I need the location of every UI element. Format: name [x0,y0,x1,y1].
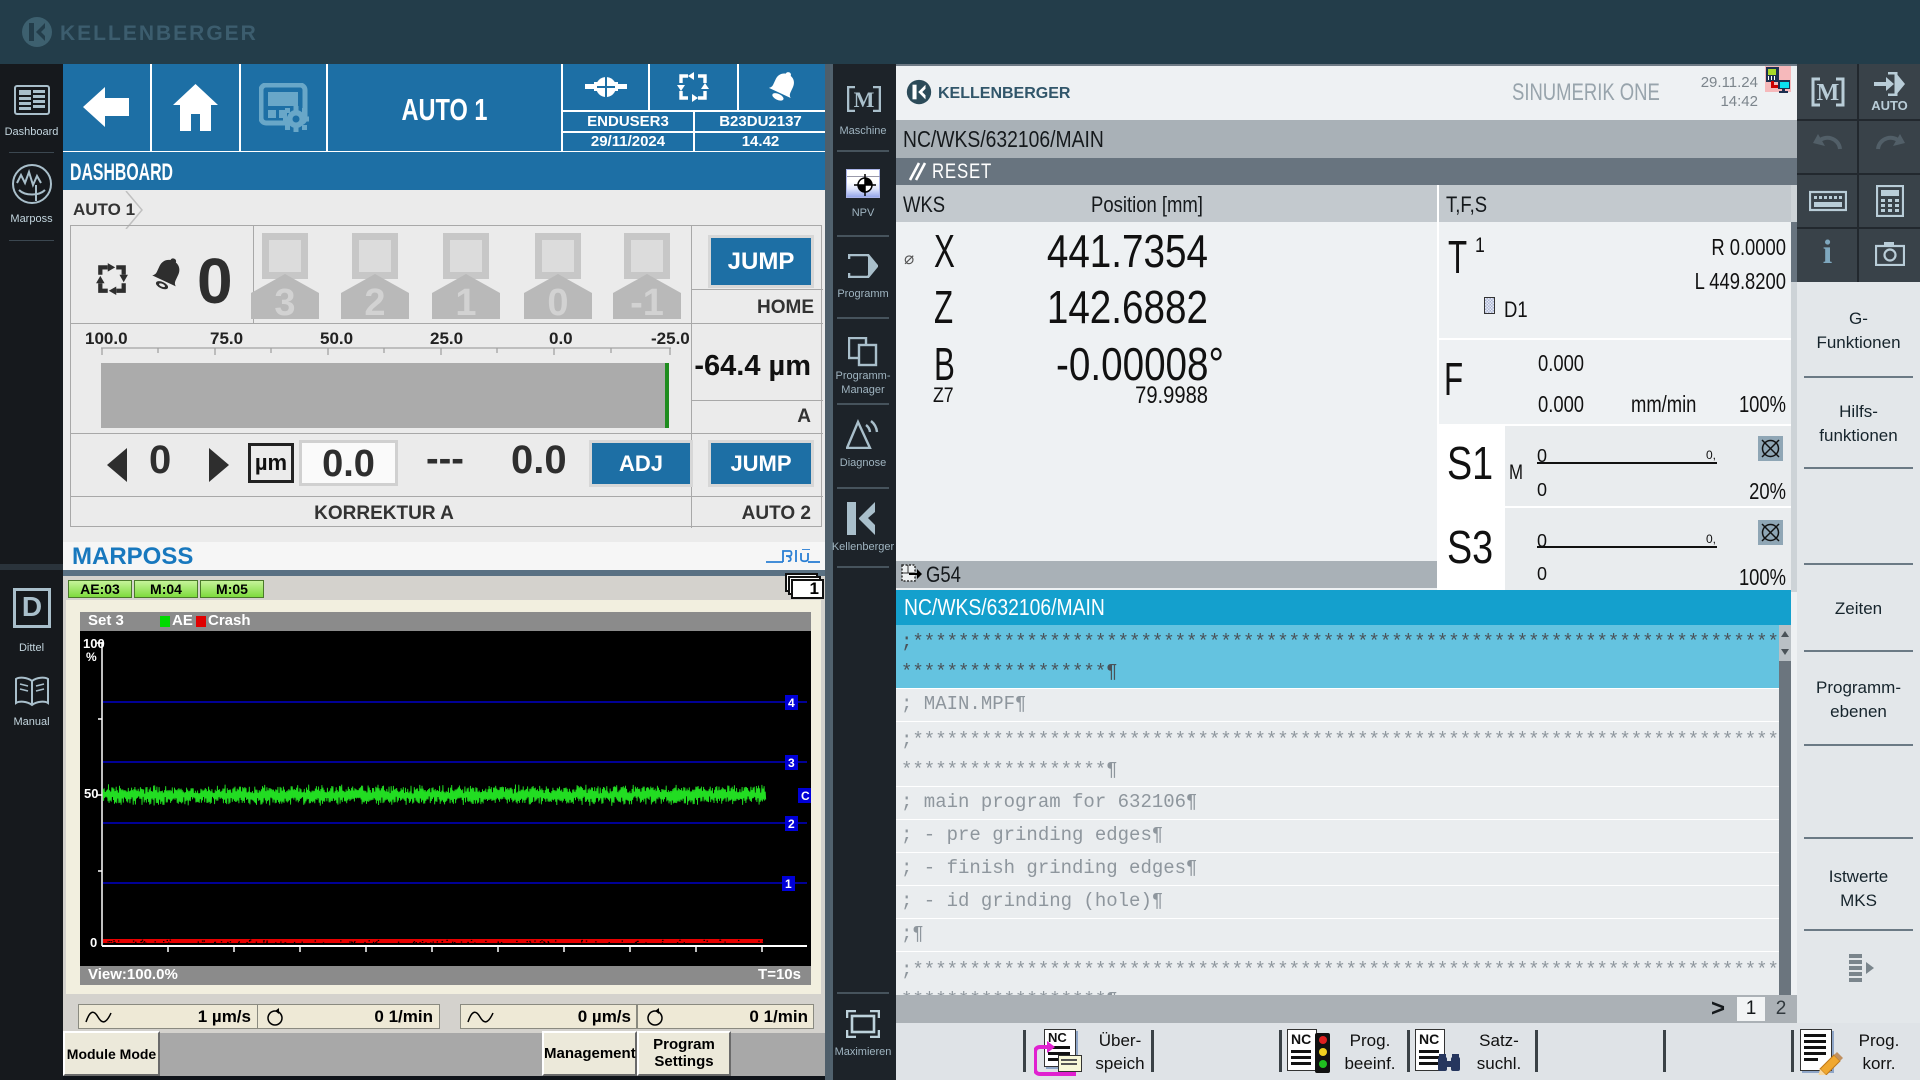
svg-text:0: 0 [547,282,568,319]
svg-text:C: C [801,789,810,803]
svg-text:%: % [86,650,97,664]
svg-text:100: 100 [83,636,105,651]
svg-text:M: M [854,87,875,112]
svg-text:-1: -1 [630,282,664,319]
svg-text:0: 0 [90,935,97,950]
svg-text:4: 4 [788,696,795,710]
svg-text:M: M [1817,80,1840,106]
svg-text:2: 2 [364,282,385,319]
svg-text:50: 50 [84,786,98,801]
svg-text:1: 1 [455,282,476,319]
svg-text:1: 1 [785,877,792,891]
svg-text:3: 3 [788,756,795,770]
svg-text:2: 2 [788,817,795,831]
svg-text:3: 3 [274,282,295,319]
